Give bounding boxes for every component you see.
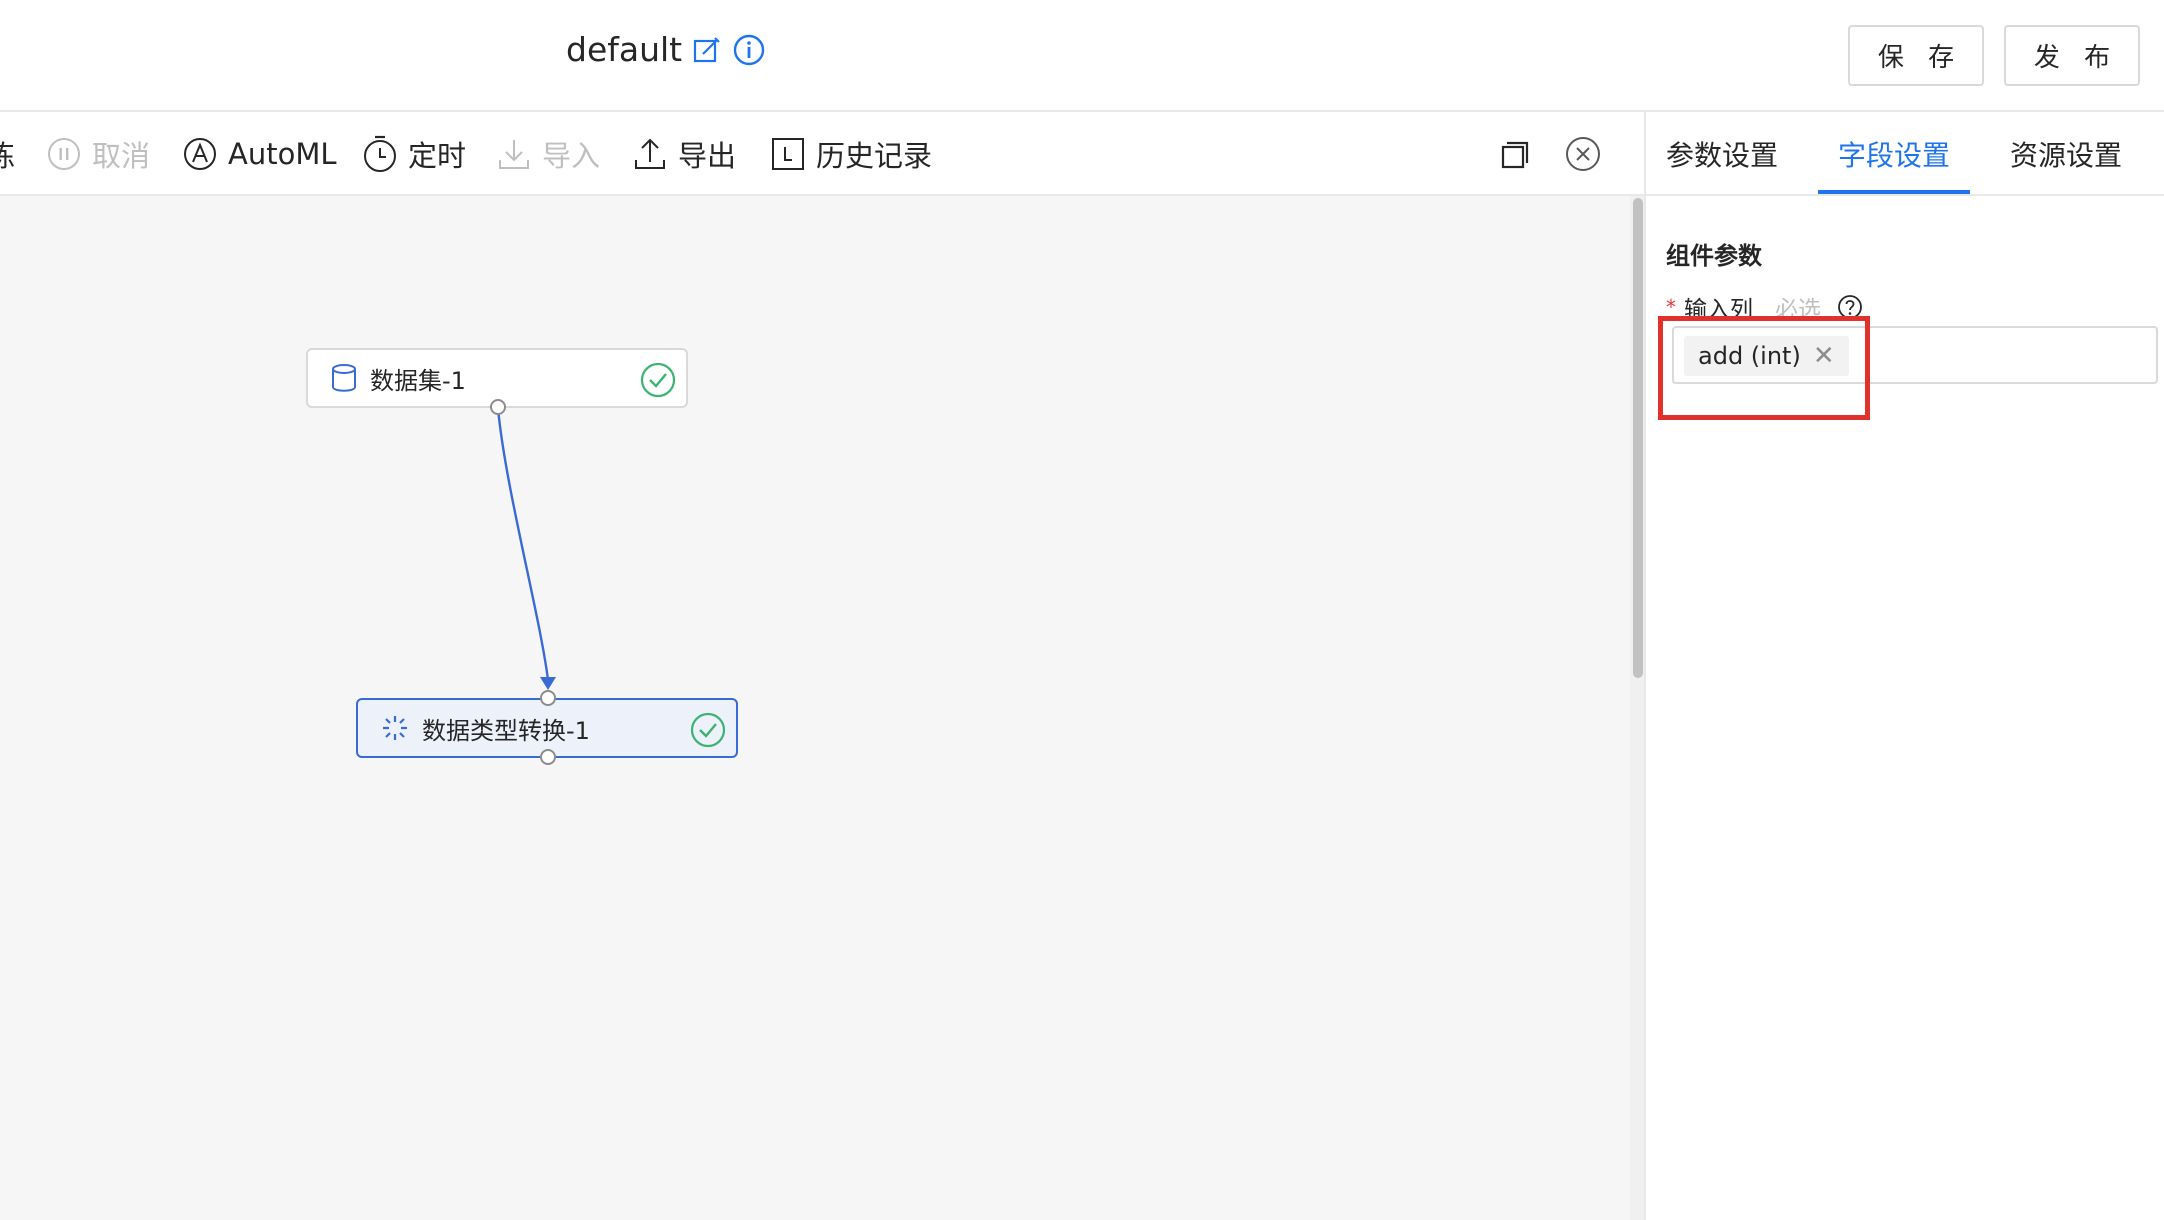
timer-icon — [364, 135, 396, 172]
settings-panel: 参数设置 字段设置 资源设置 组件参数 * 输入列 必选 add (int) ✕ — [1646, 112, 2164, 1220]
history-label: 历史记录 — [816, 139, 933, 173]
output-port[interactable] — [490, 399, 506, 415]
canvas-scrollbar[interactable] — [1630, 196, 1644, 1220]
pause-circle-icon — [48, 138, 80, 170]
active-tab-indicator — [1818, 190, 1970, 194]
automl-label: AutoML — [228, 137, 337, 171]
cancel-label: 取消 — [92, 139, 151, 173]
train-label: 练 — [0, 139, 16, 173]
history-icon — [772, 138, 804, 170]
output-port[interactable] — [540, 749, 556, 765]
arrow-head-icon — [540, 677, 556, 690]
title-group: default — [566, 30, 766, 69]
info-icon[interactable] — [732, 33, 766, 67]
train-button[interactable]: 练 — [0, 132, 15, 176]
success-check-icon — [640, 362, 676, 404]
export-label: 导出 — [678, 139, 737, 173]
publish-button[interactable]: 发 布 — [2004, 25, 2140, 86]
node-label: 数据集-1 — [370, 366, 466, 395]
edge-layer — [496, 407, 556, 690]
panel-tabs: 参数设置 字段设置 资源设置 — [1646, 112, 2164, 196]
input-port[interactable] — [540, 690, 556, 706]
scroll-thumb[interactable] — [1633, 198, 1643, 678]
copy-window-icon — [1501, 141, 1529, 169]
tab-fields[interactable]: 字段设置 — [1838, 134, 1950, 174]
page-title: default — [566, 30, 683, 69]
node-label: 数据类型转换-1 — [422, 716, 590, 745]
edit-icon[interactable] — [692, 35, 722, 65]
export-button[interactable]: 导出 — [632, 132, 736, 176]
connection-edge[interactable] — [496, 407, 550, 681]
import-label: 导入 — [542, 139, 601, 173]
import-button[interactable]: 导入 — [496, 132, 600, 176]
workflow-canvas[interactable]: 数据集-1 数据类型转换-1 — [0, 196, 1630, 1220]
section-title: 组件参数 — [1666, 242, 1762, 270]
import-icon — [499, 140, 529, 169]
tab-resources[interactable]: 资源设置 — [2010, 134, 2122, 174]
automl-button[interactable]: AutoML — [182, 132, 337, 176]
top-bar: default 保 存 发 布 — [0, 0, 2164, 112]
close-circle-icon — [1566, 137, 1600, 171]
cancel-button[interactable]: 取消 — [46, 132, 150, 176]
close-canvas-button[interactable] — [1564, 132, 1602, 176]
save-button[interactable]: 保 存 — [1848, 25, 1984, 86]
schedule-button[interactable]: 定时 — [362, 132, 466, 176]
fullscreen-button[interactable] — [1498, 132, 1530, 176]
schedule-label: 定时 — [408, 139, 467, 173]
database-icon — [332, 364, 356, 392]
transform-icon — [383, 716, 407, 740]
toolbar: 练 取消 AutoML 定时 导入 导出 历史记录 — [0, 112, 1644, 196]
tab-params[interactable]: 参数设置 — [1666, 134, 1778, 174]
annotation-highlight-box — [1658, 316, 1870, 420]
export-icon — [635, 138, 665, 169]
success-check-icon — [690, 712, 726, 754]
automl-icon — [184, 138, 216, 170]
history-button[interactable]: 历史记录 — [770, 132, 932, 176]
